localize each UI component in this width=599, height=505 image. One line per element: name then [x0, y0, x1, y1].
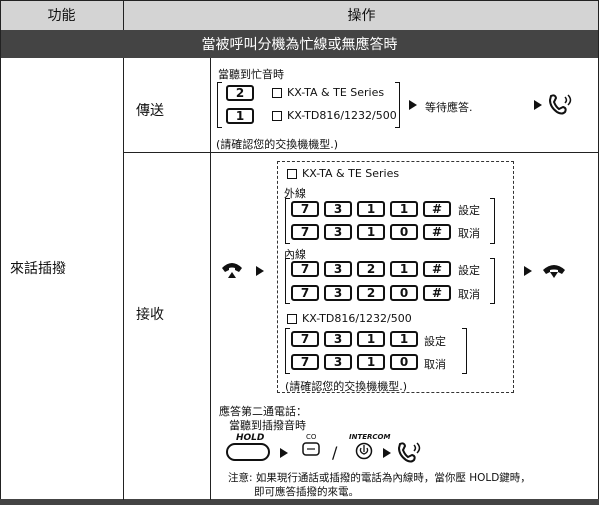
inside-set-label: 設定 [458, 264, 480, 277]
co-label: CO [306, 433, 317, 441]
inside-bracket-left [285, 258, 290, 304]
td-cancel-label: 取消 [424, 358, 446, 371]
key-3: 3 [324, 354, 352, 370]
header-operation: 操作 [124, 0, 599, 30]
key-0: 0 [390, 285, 418, 301]
header-operation-label: 操作 [347, 8, 376, 24]
handset-talking-icon [548, 94, 572, 115]
key-1: 1 [390, 201, 418, 217]
key-hash: # [423, 285, 451, 301]
send-bracket-left [217, 82, 222, 128]
key-1: 1 [357, 354, 385, 370]
key-7: 7 [291, 261, 319, 277]
table-border-left [0, 0, 1, 505]
section-title: 當被呼叫分機為忙線或無應答時 [0, 30, 599, 58]
key-7: 7 [291, 331, 319, 347]
hold-button-icon [226, 443, 270, 461]
key-hash: # [423, 224, 451, 240]
header-function: 功能 [0, 0, 123, 30]
handset-talking-icon [397, 442, 421, 463]
checkbox-kx-td [272, 111, 282, 121]
key-1: 1 [390, 331, 418, 347]
busy-tone-text: 當聽到忙音時 [218, 68, 284, 81]
key-1: 1 [226, 108, 254, 124]
key-2: 2 [357, 285, 385, 301]
outside-bracket-right [490, 198, 495, 244]
feature-name: 來話插撥 [10, 261, 66, 277]
outside-cancel-label: 取消 [458, 227, 480, 240]
key-1: 1 [357, 224, 385, 240]
key-7: 7 [291, 224, 319, 240]
table-border-bottom [0, 499, 599, 505]
arrow-icon [524, 266, 532, 276]
intercom-label: INTERCOM [349, 433, 391, 441]
model-kx-ta: KX-TA & TE Series [287, 86, 385, 99]
key-hash: # [423, 261, 451, 277]
section-title-text: 當被呼叫分機為忙線或無應答時 [201, 37, 398, 53]
recv-model-kx-ta: KX-TA & TE Series [302, 167, 400, 180]
recv-model-kx-td: KX-TD816/1232/500 [302, 312, 412, 325]
arrow-icon [280, 448, 288, 458]
hold-label: HOLD [236, 433, 265, 443]
key-hash: # [423, 201, 451, 217]
receive-label: 接收 [136, 307, 164, 323]
send-label: 傳送 [136, 103, 164, 119]
inside-bracket-right [490, 258, 495, 304]
key-7: 7 [291, 201, 319, 217]
checkbox-kx-td [287, 314, 297, 324]
wait-text: 等待應答. [425, 101, 473, 114]
caution-text: 注意: 如果現行通話或插撥的電話為內線時，當你壓 HOLD鍵時， [228, 472, 531, 484]
checkbox-kx-ta [287, 169, 297, 179]
td-set-label: 設定 [424, 335, 446, 348]
outside-set-label: 設定 [458, 204, 480, 217]
col-divider-1 [123, 58, 124, 500]
key-2: 2 [357, 261, 385, 277]
col-divider-2 [210, 58, 211, 500]
key-1: 1 [390, 261, 418, 277]
row-divider [124, 152, 599, 153]
header-divider [123, 0, 124, 30]
send-bracket-right [395, 82, 400, 128]
key-1: 1 [357, 331, 385, 347]
handset-hangup-icon [543, 265, 565, 278]
send-note: (請確認您的交換機機型.) [216, 138, 339, 151]
key-3: 3 [324, 331, 352, 347]
hear-tone-text: 當聽到插撥音時 [229, 419, 306, 432]
key-7: 7 [291, 354, 319, 370]
key-3: 3 [324, 261, 352, 277]
td-bracket-right [462, 328, 467, 374]
arrow-icon [383, 448, 391, 458]
caution-text-2: 即可應答插撥的來電。 [254, 486, 359, 498]
handset-lift-icon [222, 263, 242, 278]
key-3: 3 [324, 285, 352, 301]
checkbox-kx-ta [272, 88, 282, 98]
inside-cancel-label: 取消 [458, 288, 480, 301]
key-2: 2 [226, 85, 254, 101]
key-1: 1 [357, 201, 385, 217]
key-0: 0 [390, 354, 418, 370]
key-3: 3 [324, 224, 352, 240]
header-function-label: 功能 [47, 8, 76, 24]
outside-bracket-left [285, 198, 290, 244]
co-button-icon [302, 442, 320, 456]
arrow-icon [256, 266, 264, 276]
table-border-top [0, 0, 599, 1]
intercom-button-icon [355, 442, 373, 460]
model-kx-td: KX-TD816/1232/500 [287, 109, 397, 122]
key-3: 3 [324, 201, 352, 217]
arrow-icon [534, 100, 542, 110]
receive-note: (請確認您的交換機機型.) [285, 380, 408, 393]
slash-separator: / [332, 443, 338, 462]
key-0: 0 [390, 224, 418, 240]
td-bracket-left [285, 328, 290, 374]
key-7: 7 [291, 285, 319, 301]
arrow-icon [409, 100, 417, 110]
